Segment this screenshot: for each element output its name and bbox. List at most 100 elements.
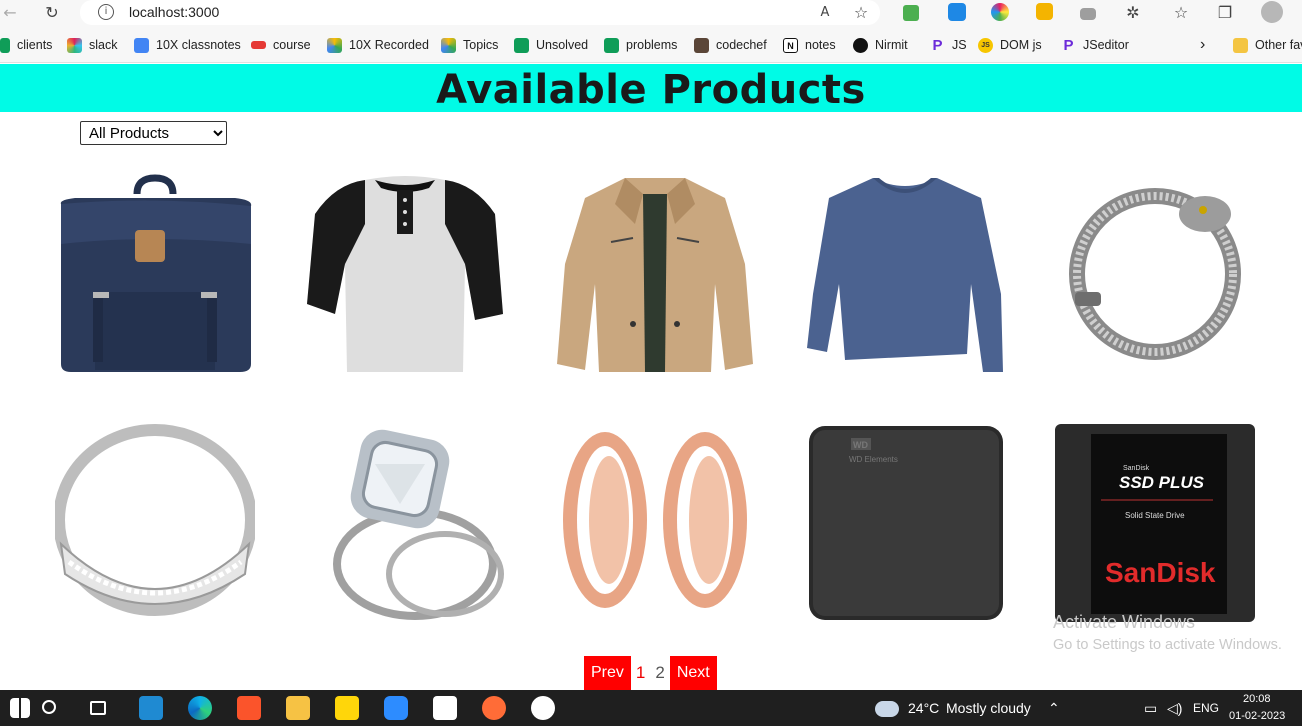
dragon-bracelet-image	[1069, 188, 1241, 360]
extensions-puzzle-icon[interactable]: ✲	[1123, 3, 1143, 23]
bookmark-js[interactable]: P JS	[930, 36, 967, 54]
slack-icon	[67, 37, 82, 53]
read-aloud-icon[interactable]: A	[815, 3, 835, 23]
bookmark-label: course	[273, 38, 311, 52]
zoom-icon[interactable]	[384, 696, 408, 720]
site-info-icon[interactable]: i	[98, 4, 114, 20]
search-icon[interactable]	[42, 700, 56, 714]
product-card-raglan-tshirt[interactable]	[305, 174, 505, 374]
weather-desc[interactable]: Mostly cloudy	[946, 700, 1031, 716]
vscode-icon[interactable]	[139, 696, 163, 720]
bookmark-codechef[interactable]: codechef	[694, 36, 767, 54]
download-extension-icon[interactable]	[903, 5, 919, 21]
bookmark-course[interactable]: course	[251, 36, 311, 54]
bookmark-label: Unsolved	[536, 38, 589, 52]
collections-icon[interactable]: ❐	[1215, 3, 1235, 23]
long-sleeve-shirt-image	[807, 178, 1003, 372]
profile-avatar[interactable]	[1261, 1, 1283, 23]
product-card-wd-hard-drive[interactable]: WD WD Elements	[805, 424, 1005, 624]
category-filter-select[interactable]: All Products	[80, 121, 227, 145]
add-favorite-icon[interactable]: ☆	[851, 3, 871, 23]
backpack-image	[60, 174, 252, 372]
next-button[interactable]: Next	[669, 656, 717, 690]
sandisk-ssd-image: SanDisk SSD PLUS Solid State Drive SanDi…	[1055, 424, 1255, 622]
jacket-image	[557, 178, 753, 372]
sheets-icon	[604, 37, 619, 53]
bookmark-10x-classnotes[interactable]: 10X classnotes	[134, 36, 241, 54]
tray-chevron-icon[interactable]: ⌃	[1048, 700, 1060, 717]
page-1-link[interactable]: 1	[631, 656, 650, 690]
bookmark-jseditor[interactable]: P JSeditor	[1061, 36, 1128, 54]
bookmark-label: 10X classnotes	[156, 38, 241, 52]
silver-ring-image	[55, 424, 255, 616]
docs-icon	[134, 37, 149, 53]
bookmark-slack[interactable]: slack	[67, 36, 117, 54]
course-icon	[251, 41, 266, 49]
bookmark-problems[interactable]: problems	[604, 36, 677, 54]
product-card-sandisk-ssd[interactable]: SanDisk SSD PLUS Solid State Drive SanDi…	[1055, 424, 1255, 624]
activate-windows-hint: Go to Settings to activate Windows.	[1053, 637, 1282, 653]
file-explorer-icon[interactable]	[286, 696, 310, 720]
back-icon[interactable]: ←	[0, 3, 20, 23]
bookmarks-overflow-chevron-icon[interactable]: ›	[1200, 36, 1205, 54]
notion-icon: N	[783, 37, 798, 53]
clock-time[interactable]: 20:08	[1243, 693, 1271, 705]
wd-logo-text: WD	[853, 440, 868, 450]
ssd-brand-small: SanDisk	[1123, 465, 1150, 472]
url-text[interactable]: localhost:3000	[129, 4, 219, 20]
ssd-brand: SanDisk	[1105, 557, 1216, 588]
bookmark-unsolved[interactable]: Unsolved	[514, 36, 588, 54]
bookmark-other-favorites[interactable]: Other fav	[1233, 36, 1302, 54]
bookmark-label: Other fav	[1255, 38, 1302, 52]
favorites-icon[interactable]: ☆	[1171, 3, 1191, 23]
stats-extension-icon[interactable]	[1080, 8, 1096, 20]
sheets-icon	[514, 37, 529, 53]
postman-icon[interactable]	[482, 696, 506, 720]
prev-button[interactable]: Prev	[584, 656, 631, 690]
js-p-icon: P	[932, 36, 943, 54]
product-card-dragon-bracelet[interactable]	[1055, 174, 1255, 374]
bookmark-label: notes	[805, 38, 836, 52]
task-view-icon[interactable]	[90, 701, 106, 715]
brave-icon[interactable]	[237, 696, 261, 720]
sticky-notes-icon[interactable]	[335, 696, 359, 720]
codechef-icon	[694, 37, 709, 53]
windows-start-icon[interactable]	[10, 698, 30, 718]
product-card-silver-ring[interactable]	[55, 424, 255, 624]
tray-volume-icon[interactable]: ◁)	[1167, 700, 1182, 717]
weather-cloud-icon[interactable]	[875, 701, 899, 717]
product-card-backpack[interactable]	[55, 174, 255, 374]
js-icon: JS	[978, 37, 993, 53]
wd-hard-drive-image: WD WD Elements	[809, 426, 1003, 620]
activate-windows-title: Activate Windows	[1053, 612, 1196, 632]
language-indicator[interactable]: ENG	[1193, 701, 1219, 715]
bookmark-label: slack	[89, 38, 118, 52]
bookmark-notes[interactable]: Nnotes	[783, 36, 836, 54]
bookmark-clients[interactable]: clients	[0, 36, 52, 54]
extension-icon[interactable]	[948, 3, 966, 21]
mongodb-compass-icon[interactable]	[531, 696, 555, 720]
tray-network-icon[interactable]: ▭	[1144, 700, 1157, 717]
product-card-diamond-ring[interactable]	[305, 424, 505, 624]
page-2-link[interactable]: 2	[650, 656, 669, 690]
bookmark-10x-recorded[interactable]: 10X Recorded	[327, 36, 429, 54]
bookmark-topics[interactable]: Topics	[441, 36, 498, 54]
edge-icon[interactable]	[188, 696, 212, 720]
reload-icon[interactable]: ↻	[42, 3, 62, 23]
color-picker-extension-icon[interactable]	[991, 3, 1009, 21]
notes-extension-icon[interactable]	[1036, 3, 1053, 20]
bookmark-label: JS	[952, 38, 967, 52]
bookmark-dom-js[interactable]: JS DOM js	[978, 36, 1042, 54]
notion-taskbar-icon[interactable]	[433, 696, 457, 720]
bookmark-label: clients	[17, 38, 53, 52]
product-card-rose-gold-plugs[interactable]	[555, 424, 755, 624]
bookmark-nirmit[interactable]: Nirmit	[853, 36, 908, 54]
product-card-long-sleeve-shirt[interactable]	[805, 174, 1005, 374]
drive-icon	[441, 37, 456, 53]
product-card-jacket[interactable]	[555, 174, 755, 374]
ssd-name: SSD PLUS	[1119, 473, 1205, 492]
weather-temp[interactable]: 24°C	[908, 700, 939, 716]
ssd-subtitle: Solid State Drive	[1125, 511, 1185, 520]
github-icon	[853, 37, 868, 53]
clock-date[interactable]: 01-02-2023	[1229, 710, 1285, 722]
